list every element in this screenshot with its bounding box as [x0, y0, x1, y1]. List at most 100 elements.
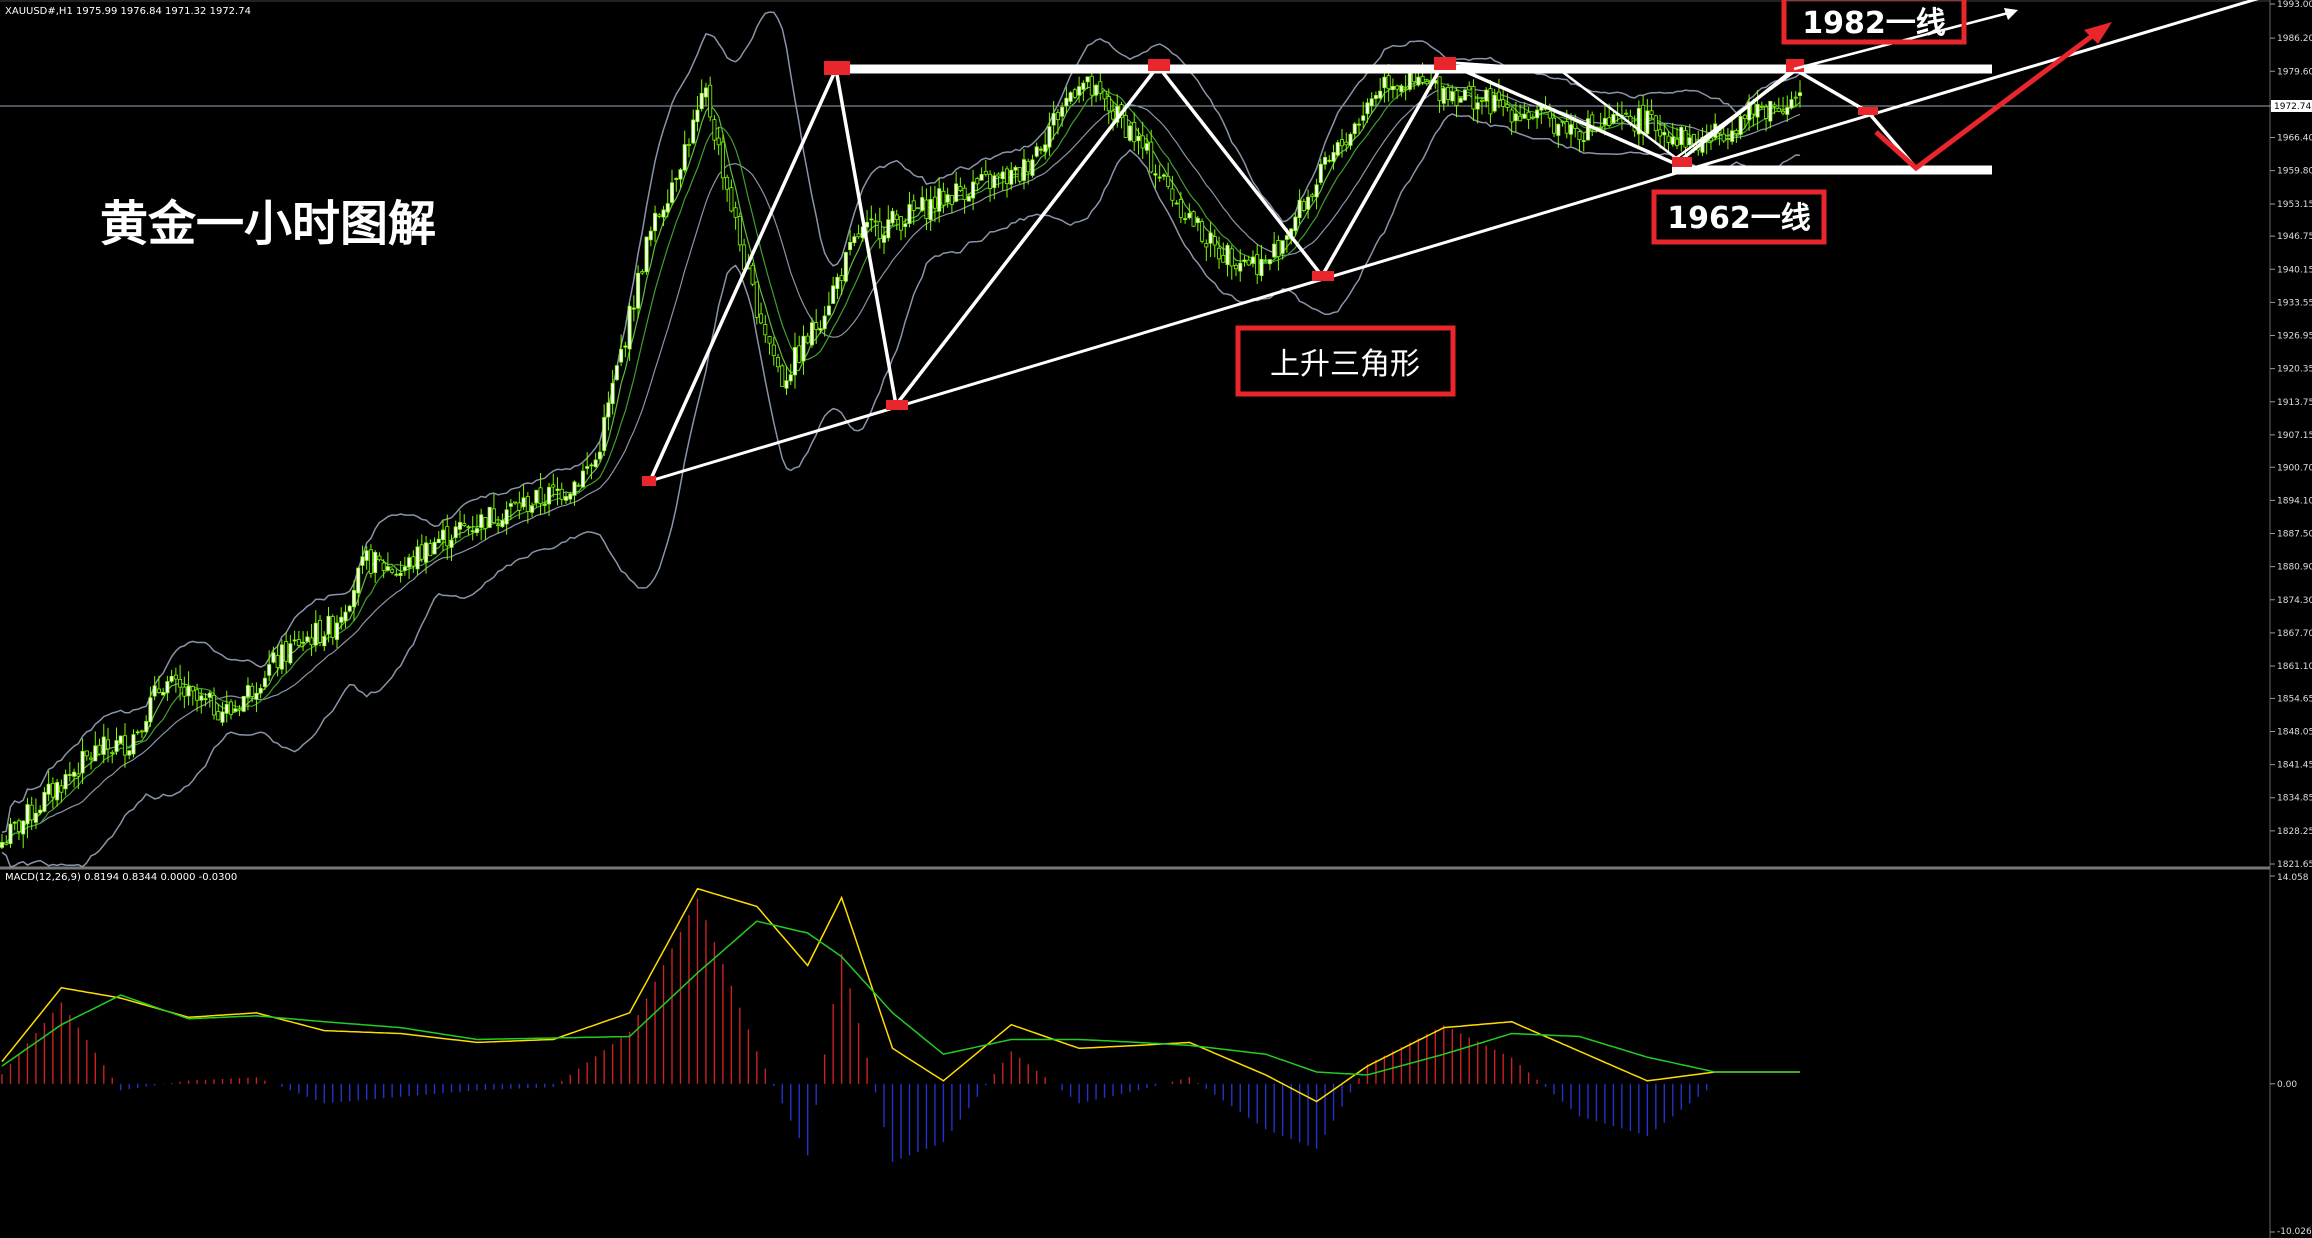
candle-body — [1047, 126, 1052, 148]
candle-body — [462, 523, 467, 526]
candle-body — [1208, 232, 1213, 244]
candle-body — [1017, 167, 1022, 182]
candle-body — [1170, 188, 1175, 201]
macd-tick-label: 0.00 — [2277, 1080, 2297, 1090]
candle-body — [597, 451, 602, 460]
candle-body — [831, 285, 836, 304]
candle-body — [750, 264, 755, 285]
candle-body — [190, 686, 195, 692]
price-tick-label: 1940.15 — [2277, 265, 2312, 275]
candle-body — [313, 622, 318, 646]
candle-body — [563, 496, 568, 501]
candle-body — [144, 721, 149, 733]
candle-body — [279, 644, 284, 670]
candle-body — [695, 109, 700, 123]
candle-body — [1734, 130, 1739, 135]
candle-body — [284, 641, 289, 662]
candle-body — [670, 182, 675, 203]
candle-body — [407, 557, 412, 568]
candle-body — [992, 175, 997, 189]
candle-body — [784, 380, 789, 389]
chart-header: XAUUSD#,H1 1975.99 1976.84 1971.32 1972.… — [5, 6, 251, 17]
candle-body — [966, 195, 971, 202]
candle-body — [1140, 135, 1145, 149]
candle-body — [1666, 135, 1671, 143]
candle-body — [1789, 99, 1794, 109]
candle-body — [504, 509, 509, 525]
candle-body — [1310, 194, 1315, 197]
candle-body — [945, 194, 950, 203]
candle-body — [1687, 137, 1692, 146]
candle-body — [792, 347, 797, 376]
candle-body — [551, 484, 556, 488]
candle-body — [903, 223, 908, 227]
candle-body — [394, 573, 399, 576]
candle-body — [474, 528, 479, 534]
price-tick-label: 1920.35 — [2277, 365, 2312, 375]
candle-body — [178, 678, 183, 688]
candle-body — [1255, 254, 1260, 275]
candle-body — [67, 774, 72, 776]
candle-body — [1263, 259, 1268, 262]
candle-body — [521, 497, 526, 508]
candle-body — [636, 272, 641, 309]
macd-tick-label: -10.026 — [2277, 1227, 2312, 1237]
candle-body — [351, 590, 356, 608]
candle-body — [1306, 196, 1311, 210]
candle-body — [254, 692, 259, 700]
candle-body — [1365, 102, 1370, 115]
chart-canvas: 1993.00 1986.20 1979.60 1972.74 1966.40 1959.… — [0, 0, 2312, 1238]
candle-body — [665, 203, 670, 213]
candle-body — [1535, 109, 1540, 119]
candle-body — [241, 695, 246, 712]
candle-body — [657, 214, 662, 217]
candle-body — [118, 735, 123, 744]
candle-body — [818, 328, 823, 331]
candle-body — [195, 689, 200, 701]
candle-body — [398, 572, 403, 576]
candle-body — [1276, 240, 1281, 257]
candle-body — [733, 207, 738, 218]
price-tick-label: 1933.55 — [2277, 298, 2312, 308]
candle-body — [135, 731, 140, 734]
candle-body — [839, 275, 844, 282]
candle-body — [385, 566, 390, 571]
candle-body — [869, 218, 874, 221]
candle-body — [1764, 106, 1769, 119]
candle-body — [1691, 134, 1696, 145]
candle-body — [661, 209, 666, 218]
candle-body — [356, 567, 361, 594]
price-tick-label: 1874.30 — [2277, 596, 2312, 606]
candle-body — [1174, 202, 1179, 205]
candle-body — [449, 539, 454, 548]
candle-body — [1496, 91, 1501, 101]
candle-body — [627, 305, 632, 350]
candle-body — [1585, 118, 1590, 141]
candle-body — [576, 484, 581, 487]
candle-body — [610, 382, 615, 404]
candle-body — [1136, 135, 1141, 142]
candle-body — [1361, 115, 1366, 121]
candle-body — [975, 178, 980, 185]
candle-body — [1026, 160, 1031, 173]
pivot-marker — [642, 476, 656, 486]
candle-body — [1344, 141, 1349, 146]
candle-body — [441, 529, 446, 541]
price-tick-label: 1828.25 — [2277, 827, 2312, 837]
candle-body — [915, 207, 920, 210]
candle-body — [250, 685, 255, 697]
candle-body — [101, 736, 106, 755]
price-tick-label: 1953.15 — [2277, 200, 2312, 210]
candle-body — [1759, 106, 1764, 108]
candle-body — [1005, 168, 1010, 184]
candle-body — [76, 773, 81, 777]
candle-body — [453, 526, 458, 538]
candle-body — [237, 708, 242, 711]
candle-body — [1399, 85, 1404, 93]
candle-body — [886, 219, 891, 239]
candle-body — [1250, 256, 1255, 264]
price-tick-label: 1848.05 — [2277, 727, 2312, 737]
candle-body — [780, 365, 785, 387]
candle-body — [1212, 236, 1217, 246]
pivot-marker — [1148, 59, 1170, 71]
